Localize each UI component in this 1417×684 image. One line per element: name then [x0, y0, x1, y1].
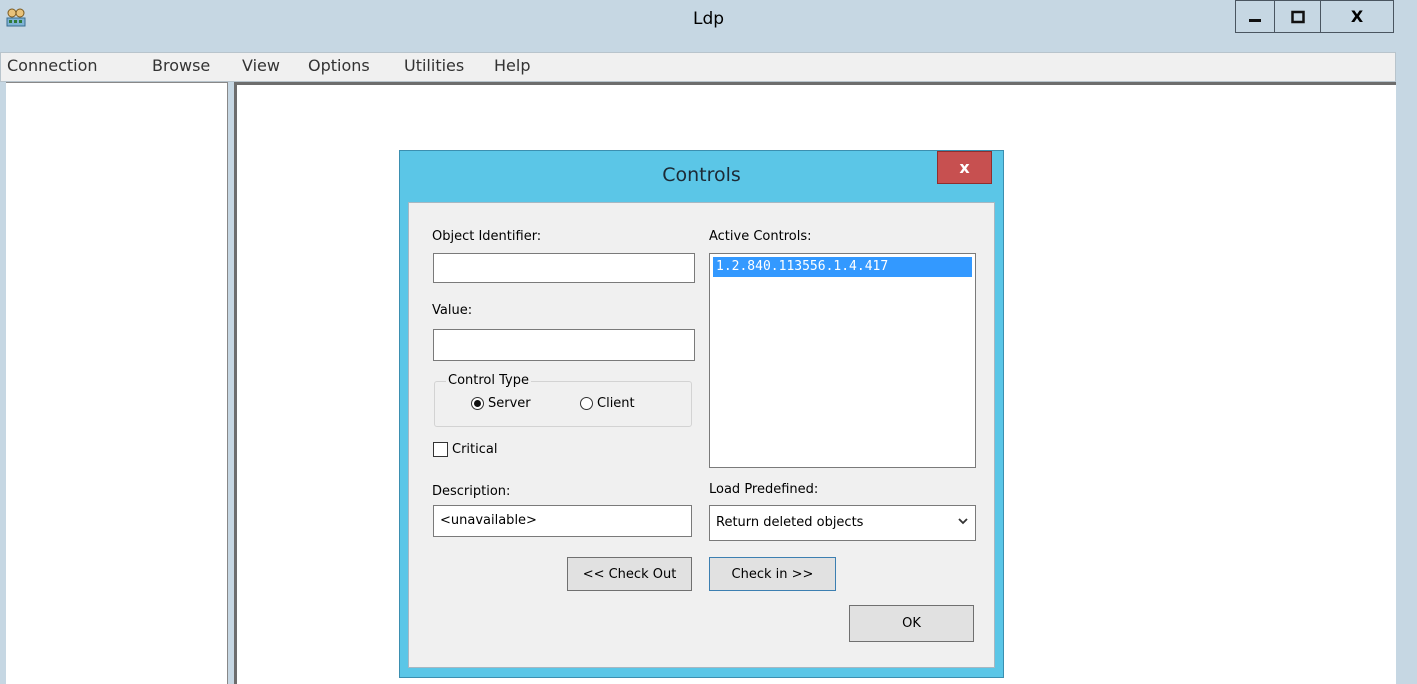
critical-checkbox-row[interactable]: Critical [433, 442, 497, 457]
menu-bar: Connection Browse View Options Utilities… [0, 52, 1396, 82]
server-radio[interactable]: Server [471, 396, 531, 411]
minimize-icon [1249, 18, 1261, 22]
control-type-group: Control Type Server Client [434, 373, 692, 427]
radio-unselected-icon [580, 397, 593, 410]
maximize-icon [1290, 10, 1305, 23]
server-radio-label: Server [488, 396, 531, 411]
active-controls-label: Active Controls: [709, 229, 812, 244]
check-out-button[interactable]: << Check Out [567, 557, 692, 591]
list-item[interactable]: 1.2.840.113556.1.4.417 [713, 257, 972, 277]
window-title: Ldp [692, 9, 725, 29]
dialog-close-button[interactable]: x [937, 151, 992, 184]
active-controls-list[interactable]: 1.2.840.113556.1.4.417 [709, 253, 976, 468]
menu-connection[interactable]: Connection [7, 56, 98, 75]
dialog-title: Controls [662, 164, 741, 186]
load-predefined-label: Load Predefined: [709, 482, 819, 497]
minimize-button[interactable] [1235, 0, 1275, 33]
check-in-button[interactable]: Check in >> [709, 557, 836, 591]
load-predefined-select[interactable]: Return deleted objects [709, 505, 976, 541]
control-type-caption: Control Type [446, 373, 531, 388]
menu-options[interactable]: Options [308, 56, 370, 75]
title-bar: Ldp X [0, 0, 1417, 40]
menu-view[interactable]: View [242, 56, 280, 75]
chevron-down-icon [958, 518, 968, 525]
close-icon: X [1350, 7, 1364, 26]
load-predefined-value: Return deleted objects [716, 515, 864, 530]
object-identifier-label: Object Identifier: [432, 229, 542, 244]
description-field: <unavailable> [433, 505, 692, 537]
client-radio-label: Client [597, 396, 635, 411]
client-radio[interactable]: Client [580, 396, 635, 411]
menu-utilities[interactable]: Utilities [404, 56, 464, 75]
object-identifier-input[interactable] [433, 253, 695, 283]
controls-dialog: Controls x Object Identifier: Value: Con… [399, 150, 1004, 678]
tree-pane[interactable] [6, 82, 228, 684]
critical-label: Critical [452, 442, 498, 457]
description-label: Description: [432, 484, 511, 499]
close-icon: x [959, 158, 970, 177]
critical-checkbox[interactable] [433, 442, 448, 457]
menu-help[interactable]: Help [494, 56, 530, 75]
dialog-body: Object Identifier: Value: Control Type S… [408, 202, 995, 668]
maximize-button[interactable] [1274, 0, 1321, 33]
close-button[interactable]: X [1320, 0, 1394, 33]
radio-selected-icon [471, 397, 484, 410]
value-input[interactable] [433, 329, 695, 361]
value-label: Value: [432, 303, 473, 318]
menu-browse[interactable]: Browse [152, 56, 210, 75]
ok-button[interactable]: OK [849, 605, 974, 642]
